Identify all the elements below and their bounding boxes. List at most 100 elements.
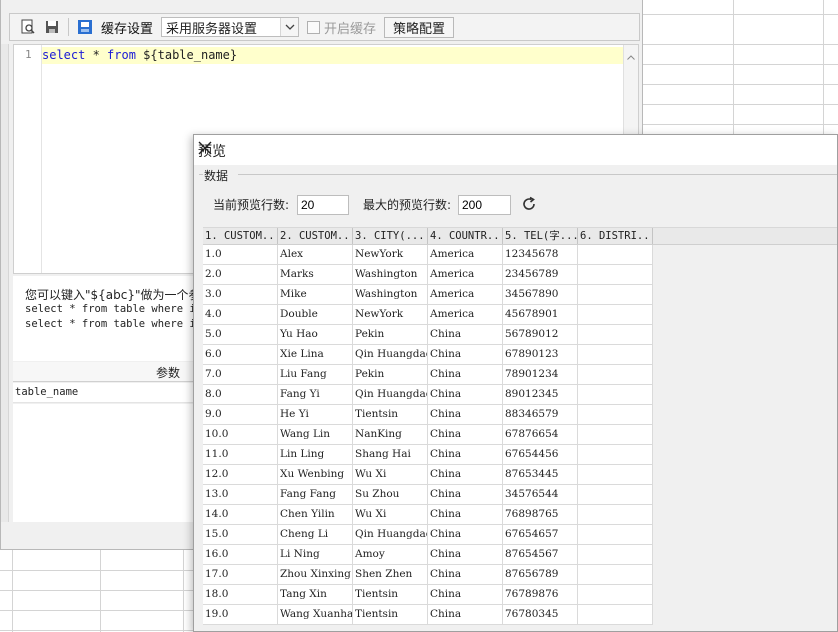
table-cell[interactable]: 87656789	[503, 565, 578, 585]
table-row[interactable]: 6.0 Xie Lina Qin Huangdao China 67890123	[203, 345, 837, 365]
sql-code-line[interactable]: select * from ${table_name}	[42, 48, 237, 62]
table-cell[interactable]	[578, 325, 653, 345]
close-icon[interactable]	[198, 141, 212, 155]
table-cell[interactable]: 76789876	[503, 585, 578, 605]
params-row[interactable]: table_name	[13, 383, 196, 403]
chevron-down-icon[interactable]	[280, 18, 299, 36]
table-cell[interactable]: Mike	[278, 285, 353, 305]
table-cell[interactable]: 67890123	[503, 345, 578, 365]
table-cell[interactable]	[578, 585, 653, 605]
table-cell[interactable]: China	[428, 365, 503, 385]
table-cell[interactable]: Washington	[353, 265, 428, 285]
table-cell[interactable]: 12.0	[203, 465, 278, 485]
column-header[interactable]: 6. DISTRI...	[578, 228, 653, 244]
table-cell[interactable]	[578, 405, 653, 425]
table-cell[interactable]	[578, 445, 653, 465]
table-cell[interactable]: Zhou Xinxing	[278, 565, 353, 585]
table-cell[interactable]: Tientsin	[353, 605, 428, 625]
table-cell[interactable]: 76898765	[503, 505, 578, 525]
table-cell[interactable]: Lin Ling	[278, 445, 353, 465]
table-cell[interactable]: Shen Zhen	[353, 565, 428, 585]
table-cell[interactable]: Qin Huangdao	[353, 385, 428, 405]
table-cell[interactable]	[578, 305, 653, 325]
table-cell[interactable]: China	[428, 425, 503, 445]
table-row[interactable]: 5.0 Yu Hao Pekin China 56789012	[203, 325, 837, 345]
checkbox-box[interactable]	[307, 20, 321, 34]
table-cell[interactable]: 16.0	[203, 545, 278, 565]
table-row[interactable]: 16.0 Li Ning Amoy China 87654567	[203, 545, 837, 565]
table-cell[interactable]: 67654657	[503, 525, 578, 545]
table-cell[interactable]: China	[428, 465, 503, 485]
table-row[interactable]: 9.0 He Yi Tientsin China 88346579	[203, 405, 837, 425]
column-header[interactable]: 3. CITY(...	[353, 228, 428, 244]
table-cell[interactable]: Chen Yilin	[278, 505, 353, 525]
table-cell[interactable]: Li Ning	[278, 545, 353, 565]
table-row[interactable]: 15.0 Cheng Li Qin Huangdao China 67654657	[203, 525, 837, 545]
cache-mode-select[interactable]: 采用服务器设置	[161, 17, 300, 37]
table-cell[interactable]: 34576544	[503, 485, 578, 505]
table-cell[interactable]: 56789012	[503, 325, 578, 345]
table-cell[interactable]: 11.0	[203, 445, 278, 465]
table-cell[interactable]: Liu Fang	[278, 365, 353, 385]
table-cell[interactable]	[578, 525, 653, 545]
table-cell[interactable]: China	[428, 325, 503, 345]
table-cell[interactable]: Washington	[353, 285, 428, 305]
table-cell[interactable]: 89012345	[503, 385, 578, 405]
table-cell[interactable]: Xu Wenbing	[278, 465, 353, 485]
column-header[interactable]: 2. CUSTOM...	[278, 228, 353, 244]
table-cell[interactable]	[578, 465, 653, 485]
table-cell[interactable]: Tang Xin	[278, 585, 353, 605]
table-cell[interactable]: NewYork	[353, 305, 428, 325]
table-cell[interactable]: China	[428, 405, 503, 425]
table-cell[interactable]: Qin Huangdao	[353, 525, 428, 545]
table-cell[interactable]: Su Zhou	[353, 485, 428, 505]
table-cell[interactable]: Wu Xi	[353, 505, 428, 525]
table-cell[interactable]: Double	[278, 305, 353, 325]
max-rows-input[interactable]	[458, 195, 511, 215]
table-cell[interactable]: 76780345	[503, 605, 578, 625]
table-cell[interactable]	[578, 245, 653, 265]
table-cell[interactable]	[578, 265, 653, 285]
save-disk-icon[interactable]	[44, 19, 60, 35]
table-cell[interactable]	[578, 425, 653, 445]
table-cell[interactable]: 7.0	[203, 365, 278, 385]
table-cell[interactable]	[578, 565, 653, 585]
table-cell[interactable]: Shang Hai	[353, 445, 428, 465]
table-cell[interactable]: 10.0	[203, 425, 278, 445]
table-cell[interactable]: China	[428, 545, 503, 565]
table-cell[interactable]	[578, 385, 653, 405]
table-row[interactable]: 1.0 Alex NewYork America 12345678	[203, 245, 837, 265]
refresh-icon[interactable]	[521, 196, 537, 212]
table-cell[interactable]: 8.0	[203, 385, 278, 405]
table-cell[interactable]: Wu Xi	[353, 465, 428, 485]
table-row[interactable]: 19.0 Wang Xuanhao Tientsin China 76780345	[203, 605, 837, 625]
table-cell[interactable]: 67876654	[503, 425, 578, 445]
table-cell[interactable]: Qin Huangdao	[353, 345, 428, 365]
table-cell[interactable]: America	[428, 265, 503, 285]
column-header[interactable]: 4. COUNTR...	[428, 228, 503, 244]
table-row[interactable]: 7.0 Liu Fang Pekin China 78901234	[203, 365, 837, 385]
table-row[interactable]: 4.0 Double NewYork America 45678901	[203, 305, 837, 325]
preview-icon[interactable]	[20, 19, 36, 35]
table-cell[interactable]: 88346579	[503, 405, 578, 425]
table-cell[interactable]: China	[428, 525, 503, 545]
table-cell[interactable]: Alex	[278, 245, 353, 265]
scroll-up-icon[interactable]	[627, 49, 635, 63]
enable-cache-checkbox[interactable]: 开启缓存	[307, 18, 376, 37]
table-cell[interactable]: America	[428, 285, 503, 305]
table-cell[interactable]	[578, 545, 653, 565]
table-cell[interactable]: China	[428, 345, 503, 365]
table-cell[interactable]	[578, 285, 653, 305]
table-cell[interactable]: 17.0	[203, 565, 278, 585]
table-cell[interactable]: Fang Yi	[278, 385, 353, 405]
table-row[interactable]: 3.0 Mike Washington America 34567890	[203, 285, 837, 305]
table-cell[interactable]: 23456789	[503, 265, 578, 285]
table-cell[interactable]	[578, 505, 653, 525]
table-cell[interactable]: China	[428, 585, 503, 605]
table-cell[interactable]: 19.0	[203, 605, 278, 625]
table-cell[interactable]: Fang Fang	[278, 485, 353, 505]
table-cell[interactable]: Xie Lina	[278, 345, 353, 365]
table-cell[interactable]: China	[428, 485, 503, 505]
table-cell[interactable]: NewYork	[353, 245, 428, 265]
table-cell[interactable]: 34567890	[503, 285, 578, 305]
